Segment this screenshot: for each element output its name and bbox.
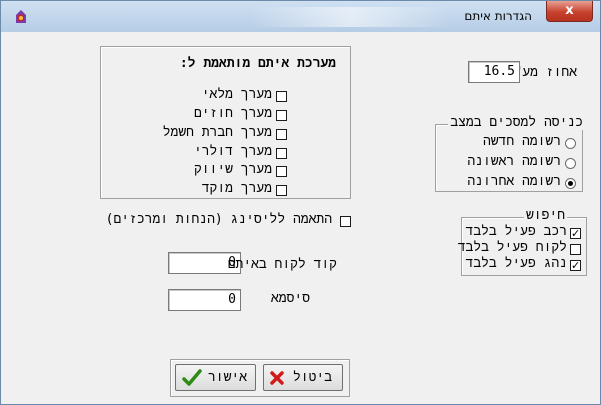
system-item-label: מערך שיווק: [193, 162, 272, 177]
system-item-checkbox-2[interactable]: [276, 129, 287, 140]
entry-radio-1[interactable]: [565, 158, 576, 169]
dialog-body: אחוז מע"מ 16.5 מערכת איתם מותאמת ל: מערך…: [8, 32, 593, 397]
search-item-label: לקוח פעיל בלבד: [457, 240, 567, 255]
entry-group-title: כניסה למסכים במצב: [448, 115, 585, 130]
system-item-label: מערך דולרי: [193, 144, 272, 159]
search-item-checkbox-1[interactable]: [570, 244, 581, 255]
cancel-button-label: ביטול: [292, 370, 332, 385]
system-item-checkbox-4[interactable]: [276, 166, 287, 177]
title-bar: הגדרות איתם x: [1, 1, 600, 32]
settings-window: הגדרות איתם x אחוז מע"מ 16.5 מערכת איתם …: [0, 0, 601, 405]
check-mark-icon: ✓: [571, 227, 581, 240]
cancel-button[interactable]: ביטול: [263, 364, 343, 391]
system-item-checkbox-0[interactable]: [276, 91, 287, 102]
entry-option-label: רשומה ראשונה: [467, 154, 561, 169]
window-title: הגדרות איתם: [464, 9, 532, 23]
system-item-label: מערך חוזים: [193, 106, 272, 121]
system-item-label: מערך מלאי: [201, 87, 272, 102]
system-group-title: מערכת איתם מותאמת ל:: [179, 56, 336, 71]
ok-button[interactable]: אישור: [175, 364, 256, 391]
x-icon: [270, 371, 284, 385]
search-group-title: חיפוש: [523, 208, 567, 223]
entry-option-label: רשומה חדשה: [482, 134, 561, 149]
system-item-checkbox-1[interactable]: [276, 110, 287, 121]
entry-radio-2[interactable]: [565, 178, 576, 189]
leasing-checkbox[interactable]: [340, 216, 351, 227]
system-item-checkbox-5[interactable]: [276, 185, 287, 196]
check-icon: [182, 369, 202, 386]
title-bar-glow: [251, 7, 451, 27]
check-mark-icon: ✓: [571, 259, 581, 272]
password-label: סיסמא: [270, 291, 310, 306]
entry-option-label: רשומה אחרונה: [467, 174, 561, 189]
system-item-label: מערך מוקד: [201, 181, 272, 196]
ok-button-label: אישור: [207, 370, 247, 385]
percent-field[interactable]: 16.5: [468, 61, 520, 83]
app-icon: [16, 10, 26, 23]
search-item-checkbox-0[interactable]: ✓: [570, 228, 581, 239]
leasing-label: התאמה לליסינג (הנחות ומרכזים): [105, 212, 332, 227]
system-item-label: מערך חברת חשמל: [162, 125, 272, 140]
system-item-checkbox-3[interactable]: [276, 148, 287, 159]
search-item-label: נהג פעיל בלבד: [465, 256, 567, 271]
search-item-label: רכב פעיל בלבד: [465, 224, 567, 239]
entry-radio-0[interactable]: [565, 138, 576, 149]
client-code-label: קוד לקוח באיתם: [227, 257, 337, 272]
search-item-checkbox-2[interactable]: ✓: [570, 260, 581, 271]
close-button[interactable]: x: [546, 1, 593, 22]
password-field[interactable]: 0: [168, 289, 241, 311]
